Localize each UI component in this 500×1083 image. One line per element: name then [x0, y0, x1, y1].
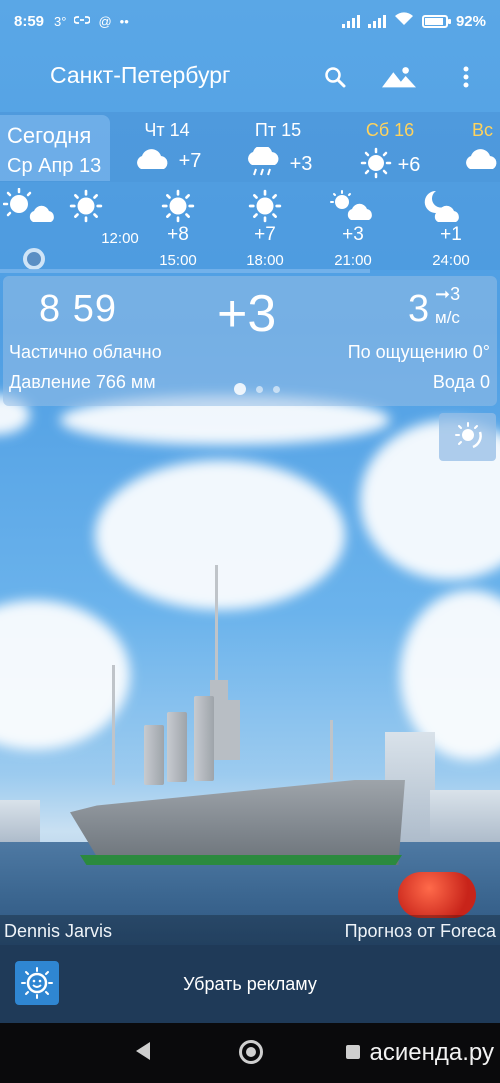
current-conditions-card[interactable]: 8 59 +3 3 ➞3 м/с Частично облачно По ощу…: [3, 276, 497, 406]
hour-temp: +3: [342, 224, 364, 245]
day-item[interactable]: Пт 15 +3: [233, 120, 323, 180]
sun-orbit-icon: [453, 420, 483, 455]
today-date: Ср Апр 13: [7, 155, 102, 177]
day-temp: +7: [178, 150, 202, 172]
hour-item[interactable]: +8 15:00: [138, 188, 218, 269]
more-vertical-icon[interactable]: [449, 60, 483, 94]
battery-icon: [421, 14, 451, 28]
home-icon[interactable]: [239, 1040, 263, 1064]
credits-bar: Dennis Jarvis Прогноз от Foreca: [0, 915, 500, 947]
cellular-signal-icon: [341, 14, 360, 28]
day-item[interactable]: Сб 16 +6: [345, 120, 435, 180]
current-clock: 8 59: [39, 288, 117, 330]
hour-temp: +8: [167, 224, 189, 245]
day-name: Чт 14: [144, 120, 190, 140]
watermark-text: асиенда.ру: [369, 1039, 494, 1066]
hour-item[interactable]: +7 18:00: [225, 188, 305, 269]
cellular-signal-2-icon: [367, 14, 386, 28]
landscape-icon[interactable]: [382, 60, 416, 94]
pager-dot: [256, 385, 263, 393]
sun-icon: [225, 188, 305, 224]
water-temperature: Вода 0: [432, 372, 490, 392]
current-temperature: +3: [217, 285, 277, 343]
feels-like: По ощущению 0°: [347, 342, 490, 362]
rain-cloud-icon: [244, 145, 284, 182]
search-icon[interactable]: [318, 60, 352, 94]
day-temp: +3: [289, 153, 313, 175]
wind-speed: 3: [408, 288, 430, 330]
pager-dot-active: [234, 383, 246, 395]
hour-item[interactable]: +1 24:00: [400, 188, 480, 269]
current-time-indicator: [23, 248, 45, 270]
city-title[interactable]: Санкт-Петербург: [50, 62, 230, 89]
day-name: Вс: [472, 120, 494, 140]
hour-time: 21:00: [334, 252, 372, 269]
status-indicator: 3°: [54, 13, 67, 29]
weather-radar-button[interactable]: [439, 413, 496, 461]
sun-icon: [46, 188, 126, 224]
day-name: Пт 15: [254, 120, 302, 140]
more-notifications-icon: ••: [119, 13, 129, 29]
hour-item[interactable]: +3 21:00: [313, 188, 393, 269]
system-nav-bar: асиенда.ру: [0, 1023, 500, 1083]
hourly-forecast: 12:00 +8 15:00 +7 18:00 +3 21:00 +1 24:0…: [0, 182, 500, 270]
at-icon: @: [98, 13, 112, 29]
card-pager: [234, 383, 280, 395]
hour-time: 18:00: [246, 252, 284, 269]
wind-unit: м/с: [435, 308, 460, 327]
forecast-provider[interactable]: Прогноз от Foreca: [345, 921, 496, 942]
today-label: Сегодня: [7, 123, 92, 148]
weather-description: Частично облачно: [9, 342, 162, 362]
sun-icon: [360, 147, 392, 184]
day-today[interactable]: Сегодня Ср Апр 13: [0, 115, 110, 181]
photo-author[interactable]: Dennis Jarvis: [4, 921, 112, 942]
app-bar: Санкт-Петербург: [0, 52, 500, 102]
remove-ads-bar[interactable]: Убрать рекламу: [0, 945, 500, 1023]
sun-icon: [138, 188, 218, 224]
moon-cloud-icon: [400, 188, 480, 224]
daily-forecast-strip: Сегодня Ср Апр 13 Чт 14 +7 Пт 15 +3 Сб 1…: [0, 112, 500, 182]
hour-temp: +1: [440, 224, 462, 245]
day-temp: +6: [397, 154, 421, 176]
sun-cloud-icon: [313, 188, 393, 224]
pager-dot: [273, 385, 280, 393]
cloud-icon: [133, 147, 173, 176]
link-icon: [73, 14, 92, 29]
remove-ads-label: Убрать рекламу: [183, 973, 317, 994]
hour-time: 24:00: [432, 252, 470, 269]
recent-apps-icon[interactable]: [346, 1045, 360, 1059]
pressure: Давление 766 мм: [9, 372, 156, 392]
day-item[interactable]: Чт 14 +7: [122, 120, 212, 180]
cloud-icon: [462, 147, 500, 176]
day-item[interactable]: Вс: [456, 120, 500, 180]
wind-direction: ➞3: [435, 284, 461, 304]
wifi-icon: [394, 12, 414, 30]
hourly-scroll-indicator: [0, 269, 370, 273]
status-bar: 8:59 3° @ •• 92%: [0, 0, 500, 42]
hour-time: 15:00: [159, 252, 197, 269]
battery-percent: 92%: [455, 12, 486, 30]
status-time: 8:59: [14, 12, 45, 30]
day-name: Сб 16: [365, 120, 415, 140]
hour-temp: +7: [254, 224, 276, 245]
back-icon[interactable]: [136, 1042, 150, 1060]
